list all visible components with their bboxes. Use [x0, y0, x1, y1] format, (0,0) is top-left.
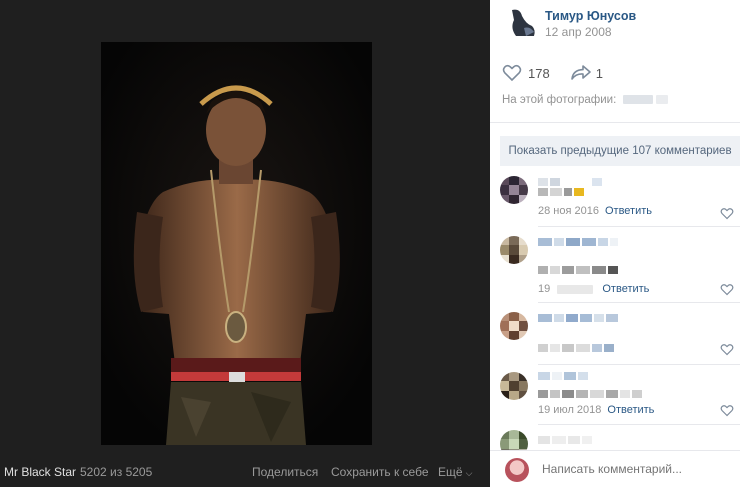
- blurred-text: [538, 188, 584, 196]
- share-arrow-icon[interactable]: [570, 64, 591, 82]
- reply-link[interactable]: Ответить: [607, 404, 654, 416]
- author-avatar[interactable]: [506, 6, 540, 40]
- comment-avatar[interactable]: [500, 176, 528, 204]
- comment-heart-icon[interactable]: [720, 343, 734, 356]
- photo-counter: 5202 из 5205: [80, 465, 153, 479]
- post-date[interactable]: 12 апр 2008: [545, 25, 612, 39]
- blurred-tag[interactable]: [655, 95, 668, 105]
- reactions-bar: 178 1: [502, 62, 603, 84]
- photo-image: [101, 42, 372, 445]
- blurred-author[interactable]: [538, 436, 592, 444]
- reply-link[interactable]: Ответить: [605, 205, 652, 217]
- comment-heart-icon[interactable]: [720, 207, 734, 220]
- author-name[interactable]: Тимур Юнусов: [545, 9, 636, 23]
- author-block: Тимур Юнусов 12 апр 2008: [490, 0, 740, 50]
- more-label: Ещё: [438, 465, 463, 479]
- album-name[interactable]: Mr Black Star: [4, 465, 76, 479]
- show-previous-comments-button[interactable]: Показать предыдущие 107 комментариев: [500, 136, 740, 166]
- comment-date[interactable]: 28 ноя 2016: [538, 205, 599, 217]
- comment: 19 июл 2018 Ответить: [490, 370, 740, 424]
- blurred-text: [538, 390, 642, 398]
- comment-meta: 19 Ответить: [538, 283, 649, 295]
- comment-composer: [490, 450, 740, 487]
- reply-link[interactable]: Ответить: [602, 283, 649, 295]
- comment-date[interactable]: 19: [538, 283, 550, 295]
- comment: [490, 428, 740, 458]
- viewer-bottom-bar: Mr Black Star 5202 из 5205 Поделиться Со…: [0, 460, 490, 484]
- comment-avatar[interactable]: [500, 312, 528, 340]
- comment-date[interactable]: 19 июл 2018: [538, 404, 601, 416]
- photo-tags-label: На этой фотографии:: [502, 94, 617, 106]
- photo-sidebar: Тимур Юнусов 12 апр 2008 178 1 На этой ф…: [490, 0, 740, 487]
- comment: [490, 310, 740, 364]
- comment-heart-icon[interactable]: [720, 404, 734, 417]
- blurred-date: [557, 284, 594, 294]
- save-button[interactable]: Сохранить к себе: [331, 465, 429, 479]
- blurred-text: [538, 344, 614, 352]
- heart-icon[interactable]: [502, 64, 522, 82]
- blurred-text: [538, 266, 618, 274]
- comment: 19 Ответить: [490, 234, 740, 298]
- comment: 28 ноя 2016 Ответить: [490, 174, 740, 226]
- comment-input[interactable]: [542, 462, 722, 476]
- comment-avatar[interactable]: [500, 372, 528, 400]
- divider: [538, 226, 740, 227]
- blurred-author[interactable]: [538, 238, 618, 246]
- blurred-tag[interactable]: [622, 95, 653, 105]
- divider: [538, 424, 740, 425]
- share-count: 1: [595, 65, 603, 81]
- comment-avatar[interactable]: [500, 236, 528, 264]
- comment-meta: 28 ноя 2016 Ответить: [538, 205, 652, 217]
- photo[interactable]: [101, 42, 372, 445]
- blurred-author[interactable]: [538, 314, 618, 322]
- blurred-author[interactable]: [538, 178, 602, 186]
- divider: [538, 302, 740, 303]
- my-avatar[interactable]: [505, 458, 529, 482]
- share-button[interactable]: Поделиться: [252, 465, 318, 479]
- like-count: 178: [528, 65, 550, 81]
- divider: [490, 122, 740, 123]
- blurred-author[interactable]: [538, 372, 588, 380]
- comment-heart-icon[interactable]: [720, 283, 734, 296]
- comment-meta: 19 июл 2018 Ответить: [538, 404, 654, 416]
- photo-tags: На этой фотографии:: [502, 94, 668, 106]
- more-button[interactable]: Ещё ⌵: [438, 465, 472, 479]
- chevron-down-icon: ⌵: [465, 468, 473, 478]
- divider: [538, 364, 740, 365]
- photo-viewer: Mr Black Star 5202 из 5205 Поделиться Со…: [0, 0, 490, 487]
